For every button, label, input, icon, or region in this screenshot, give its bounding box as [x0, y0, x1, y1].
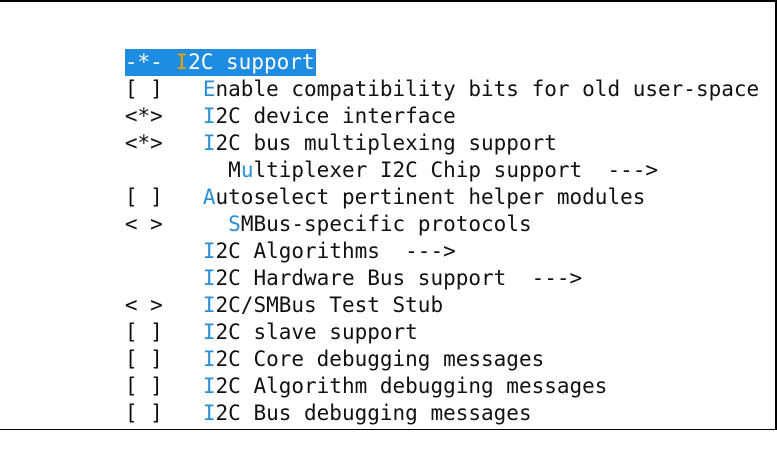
menu-item-autoselect-helper-modules[interactable]: [ ] Autoselect pertinent helper modules [49, 157, 759, 209]
menu-item-multiplexer-chip-support[interactable]: Multiplexer I2C Chip support ---> [49, 130, 759, 182]
menu-item-i2c-support[interactable]: -*- I2C support [49, 22, 759, 76]
menu-item-i2c-device-interface[interactable]: <*> I2C device interface [49, 76, 759, 128]
menu-item-i2c-bus-debugging[interactable]: [ ] I2C Bus debugging messages [49, 373, 759, 425]
menu-item-i2c-bus-multiplexing[interactable]: <*> I2C bus multiplexing support [49, 103, 759, 155]
item-label: 2C Bus debugging messages [215, 401, 532, 425]
menu-item-i2c-hardware-bus-support[interactable]: I2C Hardware Bus support ---> [49, 238, 759, 290]
hotkey-letter: I [202, 401, 216, 425]
menuconfig-panel: -*- I2C support [ ] Enable compatibility … [0, 0, 777, 430]
menu-item-i2c-algorithm-debugging[interactable]: [ ] I2C Algorithm debugging messages [49, 346, 759, 398]
menu-item-i2c-slave-support[interactable]: [ ] I2C slave support [49, 292, 759, 344]
item-state[interactable]: [ ] [125, 400, 203, 427]
menu-item-i2c-core-debugging[interactable]: [ ] I2C Core debugging messages [49, 319, 759, 371]
menu-item-i2c-smbus-test-stub[interactable]: < > I2C/SMBus Test Stub [49, 265, 759, 317]
config-menu-list: -*- I2C support [ ] Enable compatibility … [49, 22, 759, 425]
menu-item-i2c-algorithms[interactable]: I2C Algorithms ---> [49, 211, 759, 263]
menu-item-enable-compat-bits[interactable]: [ ] Enable compatibility bits for old use… [49, 49, 759, 101]
menu-item-smbus-specific-protocols[interactable]: < > SMBus-specific protocols [49, 184, 759, 236]
